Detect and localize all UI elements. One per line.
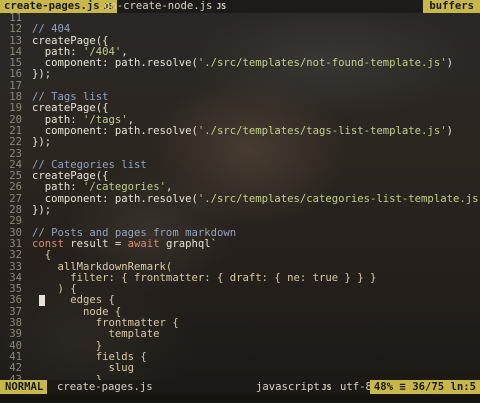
code-token: template — [32, 328, 160, 341]
code-token: await — [127, 237, 160, 250]
code-token: component: path.resolve( — [32, 57, 198, 70]
code-token: ) — [446, 124, 453, 137]
code-line[interactable]: 21 component: path.resolve('./src/templa… — [0, 124, 480, 137]
code-token: slug — [32, 362, 135, 375]
column-prefix-icon: ln — [450, 381, 464, 393]
code-token: // Categories list — [32, 158, 147, 171]
code-line[interactable]: 16}); — [0, 69, 480, 81]
code-token: result = — [63, 237, 128, 250]
line-code: component: path.resolve('./src/templates… — [32, 58, 453, 69]
code-token: ) — [446, 57, 453, 70]
line-number: 12 — [9, 23, 22, 36]
status-line: NORMAL create-pages.js javascript JS utf-… — [0, 380, 480, 394]
line-number: 32 — [9, 249, 22, 262]
mode-indicator: NORMAL — [0, 380, 48, 394]
cursor-position: 36/75 — [412, 381, 445, 393]
js-file-icon: JS — [216, 2, 227, 11]
code-token: // 404 — [32, 23, 71, 36]
cursor-column: :5 — [463, 381, 476, 393]
code-token: path: — [32, 113, 84, 126]
code-token: }); — [32, 68, 52, 81]
code-token: { — [32, 249, 52, 262]
line-code: }); — [32, 204, 52, 217]
code-token: createPage({ — [32, 170, 109, 183]
filetype-label: javascript — [256, 381, 320, 393]
code-line[interactable]: 11 — [0, 12, 480, 24]
code-token: '/tags' — [83, 113, 128, 126]
js-file-icon: JS — [321, 383, 332, 392]
code-token: fields { — [32, 350, 147, 363]
code-token: node { — [32, 305, 122, 318]
code-line[interactable]: 31 const result = await graphql` — [0, 237, 480, 250]
code-token: component: path.resolve( — [32, 124, 198, 137]
code-token: createPage({ — [32, 102, 109, 115]
code-token: // Posts and pages from markdown — [32, 226, 237, 239]
code-token: // Tags list — [32, 91, 109, 104]
encoding-label: utf-8 — [340, 381, 372, 393]
line-number: 29 — [9, 215, 22, 228]
code-token: ) { — [32, 283, 77, 296]
code-token: , — [121, 45, 128, 58]
code-token: }); — [32, 204, 52, 217]
code-token: allMarkdownRemark( — [32, 260, 173, 273]
code-token: frontmatter { — [32, 317, 179, 330]
tab-label: create-pages.js — [4, 0, 100, 12]
line-number: 42 — [9, 362, 22, 375]
tab-bar: create-pages.js JS on-create-node.js JS bu… — [0, 0, 480, 13]
code-token: path: — [32, 181, 84, 194]
code-token: path: — [32, 45, 84, 58]
line-icon: ≡ — [399, 381, 406, 393]
code-token: const — [32, 237, 64, 250]
code-token: '/categories' — [83, 181, 166, 194]
code-token: }); — [32, 136, 52, 149]
code-token: './src/templates/tags-list-template.js' — [197, 124, 447, 137]
line-number: 22 — [9, 136, 22, 149]
line-code: }); — [32, 137, 51, 148]
code-token: , — [165, 181, 173, 194]
tab-label: on-create-node.js — [104, 0, 213, 12]
scroll-percent: 48% — [373, 381, 394, 393]
code-token: filter: { frontmatter: { draft: { ne: tr… — [32, 271, 377, 284]
line-code: component: path.resolve('./src/templates… — [32, 124, 453, 137]
status-position: 48% ≡ 36/75 ln:5 — [369, 380, 480, 394]
line-number: 19 — [9, 102, 22, 115]
line-code: }); — [32, 69, 51, 80]
buffers-button[interactable]: buffers — [423, 0, 480, 13]
status-filetype: javascript JS — [256, 380, 331, 395]
code-token: './src/templates/categories-list-templat… — [197, 192, 480, 205]
code-token: graphql` — [159, 237, 217, 250]
code-token: component: path.resolve( — [32, 192, 198, 205]
code-token: createPage({ — [32, 34, 109, 47]
code-line[interactable]: 28}); — [0, 204, 480, 217]
code-token: } — [32, 339, 103, 352]
code-line[interactable]: 15 component: path.resolve('./src/templa… — [0, 57, 480, 69]
line-number: 39 — [9, 328, 22, 341]
code-token: '/404' — [83, 45, 122, 58]
tab-on-create-node[interactable]: on-create-node.js JS — [100, 0, 230, 13]
line-code: const result = await graphql` — [32, 237, 217, 250]
code-line[interactable]: 22}); — [0, 136, 480, 149]
code-token: './src/templates/not-found-template.js' — [197, 57, 447, 70]
code-editor[interactable]: 11 12// 404 13 createPage({14 path: '/404',… — [0, 12, 480, 385]
status-filename: create-pages.js — [57, 381, 153, 393]
code-line[interactable]: 27 component: path.resolve('./src/templa… — [0, 192, 480, 205]
line-code: component: path.resolve('./src/templates… — [32, 192, 480, 205]
code-token: , — [127, 113, 135, 126]
command-line[interactable] — [0, 394, 480, 403]
line-code: filter: { frontmatter: { draft: { ne: tr… — [32, 271, 377, 284]
